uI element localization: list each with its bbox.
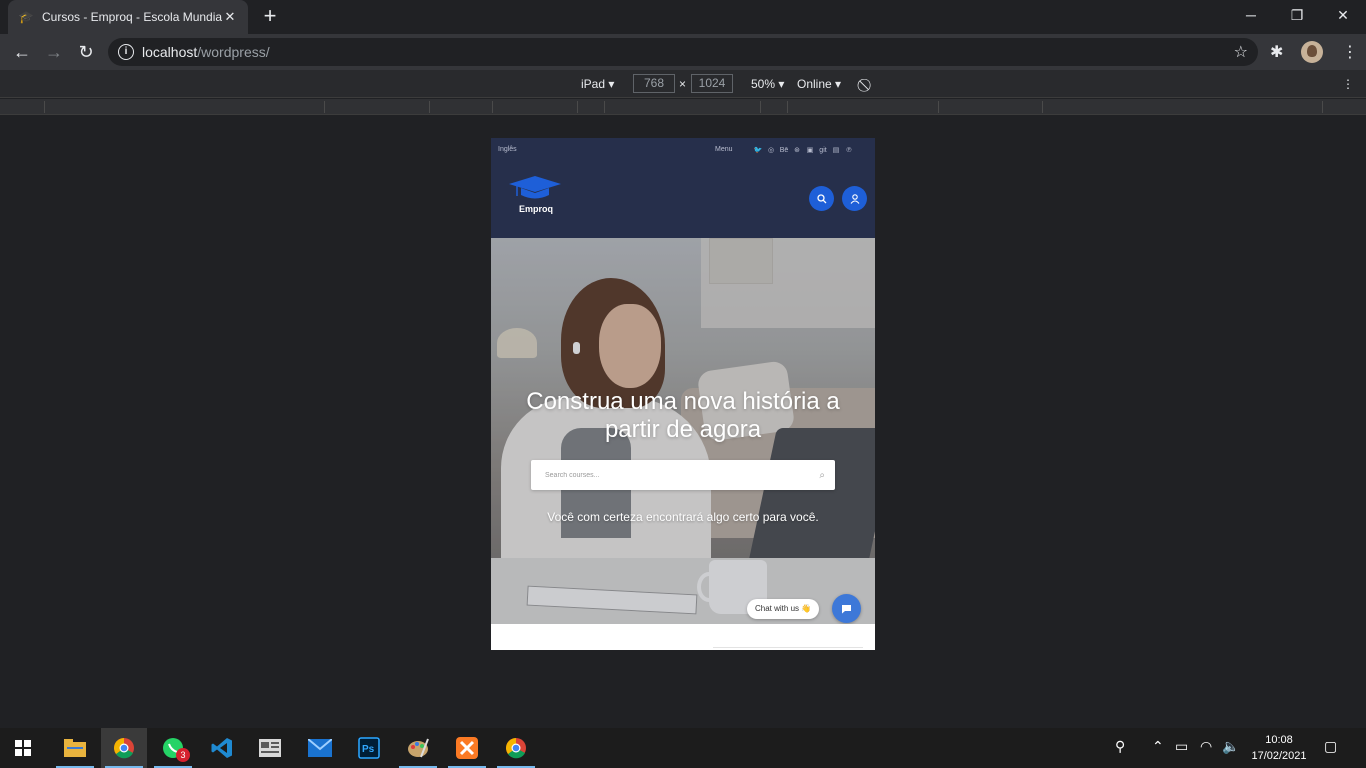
viewport-width-input[interactable]: 768 xyxy=(633,74,675,93)
clock-date: 17/02/2021 xyxy=(1251,750,1307,762)
wifi-icon[interactable]: ◠ xyxy=(1200,738,1212,755)
dimension-separator: × xyxy=(679,77,687,91)
hero-headline: Construa uma nova história a partir de a… xyxy=(491,388,875,444)
graduation-cap-logo-icon xyxy=(509,176,561,199)
back-icon[interactable]: ← xyxy=(10,40,34,64)
tab-title: Cursos - Emproq - Escola Mundial xyxy=(42,10,222,24)
brand-name: Emproq xyxy=(519,204,554,214)
notifications-icon[interactable]: ▢ xyxy=(1324,738,1337,755)
site-info-icon[interactable]: i xyxy=(118,44,134,60)
hero-section: Construa uma nova história a partir de a… xyxy=(491,238,875,624)
dribbble-icon[interactable]: ⊛ xyxy=(792,146,802,156)
course-search-input[interactable] xyxy=(545,471,820,479)
whatsapp-badge: 3 xyxy=(176,748,190,762)
chat-bubble-icon xyxy=(842,604,851,613)
behance-icon[interactable]: Bē xyxy=(779,146,789,156)
site-logo[interactable]: Emproq xyxy=(509,176,565,218)
tab-strip: 🎓 Cursos - Emproq - Escola Mundial ✕ + ─… xyxy=(0,0,1366,34)
tab-close-button[interactable]: ✕ xyxy=(222,9,238,25)
course-search-box: ⌕ xyxy=(531,460,835,490)
reload-icon[interactable]: ↻ xyxy=(74,40,98,64)
system-clock[interactable]: 10:08 17/02/2021 xyxy=(1244,732,1314,764)
device-toolbar-more-icon[interactable]: ⋮ xyxy=(1342,77,1354,91)
browser-tab[interactable]: 🎓 Cursos - Emproq - Escola Mundial ✕ xyxy=(8,0,248,34)
viewport-height-input[interactable]: 1024 xyxy=(691,74,733,93)
site-header: Inglês Menu 🐦 ◎ Bē ⊛ ▣ git ▤ ℗ Emproq xyxy=(491,138,875,238)
twitter-icon[interactable]: 🐦 xyxy=(753,146,763,156)
chat-button[interactable] xyxy=(832,594,861,623)
chat-label[interactable]: Chat with us 👋 xyxy=(747,599,820,619)
chrome-second-icon[interactable] xyxy=(493,728,539,768)
whatsapp-icon[interactable]: 3 xyxy=(150,728,196,768)
github-icon[interactable]: git xyxy=(818,146,828,156)
pinterest-icon[interactable]: ℗ xyxy=(844,146,854,156)
show-hidden-icons-chevron-icon[interactable]: ⌃ xyxy=(1152,738,1164,755)
hero-headline-line2: partir de agora xyxy=(604,416,762,443)
paint-icon[interactable] xyxy=(395,728,441,768)
user-icon xyxy=(850,193,859,204)
windows-taskbar: 3 Ps ⚲ ⌃ ▭ ◠ 🔈 10:08 17/02/2021 ▢ xyxy=(0,728,1366,768)
graduation-cap-icon: 🎓 xyxy=(18,10,34,24)
hero-headline-line1: Construa uma nova história a xyxy=(526,388,840,415)
search-icon xyxy=(816,193,826,203)
devtools-viewport: Inglês Menu 🐦 ◎ Bē ⊛ ▣ git ▤ ℗ Emproq Co… xyxy=(0,116,1366,728)
search-icon[interactable]: ⌕ xyxy=(819,470,825,481)
instagram-icon[interactable]: ◎ xyxy=(766,146,776,156)
windows-start-icon[interactable] xyxy=(0,728,46,768)
people-icon[interactable]: ⚲ xyxy=(1115,738,1125,755)
browser-toolbar: ← → ↻ i localhost/wordpress/ ☆ ✱ ⋮ xyxy=(0,34,1366,70)
clock-time: 10:08 xyxy=(1265,734,1293,746)
menu-link[interactable]: Menu xyxy=(715,146,733,153)
flickr-icon[interactable]: ▣ xyxy=(805,146,815,156)
url-host: localhost xyxy=(142,44,198,60)
network-throttle-select[interactable]: Online ▾ xyxy=(797,77,841,91)
address-bar[interactable]: i localhost/wordpress/ ☆ xyxy=(108,38,1258,66)
close-window-button[interactable]: ✕ xyxy=(1320,4,1366,28)
content-divider xyxy=(713,647,863,648)
minimize-button[interactable]: ─ xyxy=(1228,4,1274,28)
photoshop-icon[interactable]: Ps xyxy=(346,728,392,768)
svg-text:Ps: Ps xyxy=(362,744,375,755)
language-switcher[interactable]: Inglês xyxy=(498,146,517,153)
profile-avatar[interactable] xyxy=(1301,41,1323,63)
linkedin-icon[interactable]: ▤ xyxy=(831,146,841,156)
xampp-icon[interactable] xyxy=(444,728,490,768)
file-explorer-icon[interactable] xyxy=(52,728,98,768)
forward-icon[interactable]: → xyxy=(42,40,66,64)
chrome-taskbar-icon[interactable] xyxy=(101,728,147,768)
device-toolbar: iPad ▾ 768 × 1024 50% ▾ Online ▾ ⃠ ⋮ xyxy=(0,70,1366,98)
social-links: 🐦 ◎ Bē ⊛ ▣ git ▤ ℗ xyxy=(753,146,854,156)
media-query-ruler xyxy=(0,99,1366,115)
mail-icon[interactable] xyxy=(297,728,343,768)
zoom-select[interactable]: 50% ▾ xyxy=(751,77,784,91)
below-hero-section xyxy=(491,624,875,650)
vscode-icon[interactable] xyxy=(199,728,245,768)
chrome-menu-icon[interactable]: ⋮ xyxy=(1342,42,1358,62)
header-search-button[interactable] xyxy=(809,186,834,211)
new-tab-button[interactable]: + xyxy=(258,5,282,29)
hero-subline: Você com certeza encontrará algo certo p… xyxy=(547,510,819,524)
extensions-icon[interactable]: ✱ xyxy=(1270,42,1283,62)
news-app-icon[interactable] xyxy=(247,728,293,768)
ipad-emulated-page: Inglês Menu 🐦 ◎ Bē ⊛ ▣ git ▤ ℗ Emproq Co… xyxy=(491,138,875,650)
volume-icon[interactable]: 🔈 xyxy=(1222,738,1239,755)
header-account-button[interactable] xyxy=(842,186,867,211)
device-select[interactable]: iPad ▾ xyxy=(581,77,614,91)
restore-button[interactable]: ❐ xyxy=(1274,4,1320,28)
url-path: /wordpress/ xyxy=(197,44,270,60)
battery-icon[interactable]: ▭ xyxy=(1175,738,1188,755)
bookmark-star-icon[interactable]: ☆ xyxy=(1234,42,1248,62)
